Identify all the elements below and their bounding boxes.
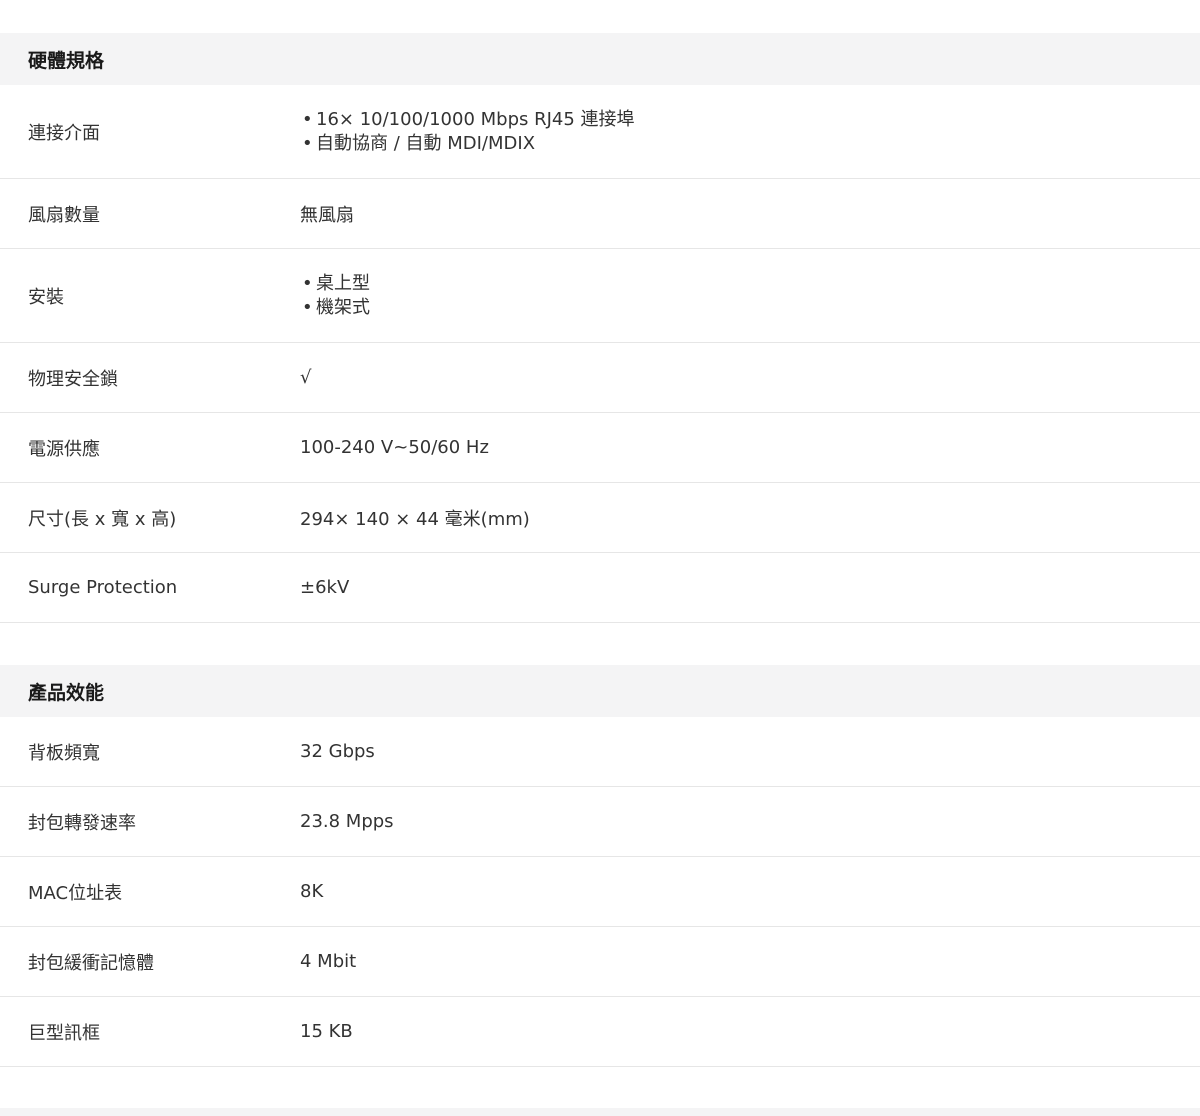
spec-label: 風扇數量	[28, 204, 100, 226]
spec-label: Surge Protection	[28, 577, 178, 598]
spec-value: 8K	[300, 881, 324, 902]
spec-row: 物理安全鎖 √	[0, 343, 1200, 413]
spec-list: 16× 10/100/1000 Mbps RJ45 連接埠 自動協商 / 自動 …	[300, 108, 1200, 156]
spec-row: 尺寸(長 x 寬 x 高) 294× 140 × 44 毫米(mm)	[0, 483, 1200, 553]
spec-value: 294× 140 × 44 毫米(mm)	[300, 508, 530, 530]
spec-page: 硬體規格 連接介面 16× 10/100/1000 Mbps RJ45 連接埠 …	[0, 0, 1200, 1116]
spec-label: 封包緩衝記憶體	[28, 952, 154, 974]
hardware-spec-section: 硬體規格 連接介面 16× 10/100/1000 Mbps RJ45 連接埠 …	[0, 33, 1200, 623]
spec-label: 安裝	[28, 286, 64, 308]
spec-label: 封包轉發速率	[28, 812, 136, 834]
spec-row: Surge Protection ±6kV	[0, 553, 1200, 623]
spec-value: √	[300, 367, 312, 388]
spec-row: 電源供應 100-240 V~50/60 Hz	[0, 413, 1200, 483]
spec-value: ±6kV	[300, 577, 350, 598]
next-section-band	[0, 1108, 1200, 1116]
spec-value: 無風扇	[300, 204, 354, 226]
spec-label: 連接介面	[28, 122, 100, 144]
spec-label: 巨型訊框	[28, 1022, 100, 1044]
spec-value: 16× 10/100/1000 Mbps RJ45 連接埠 自動協商 / 自動 …	[300, 108, 1200, 156]
spec-row: 風扇數量 無風扇	[0, 179, 1200, 249]
spec-list: 桌上型 機架式	[300, 272, 1200, 320]
section-title: 硬體規格	[28, 49, 105, 72]
spec-row: 封包緩衝記憶體 4 Mbit	[0, 927, 1200, 997]
spec-row: 背板頻寬 32 Gbps	[0, 717, 1200, 787]
spec-list-item: 16× 10/100/1000 Mbps RJ45 連接埠	[300, 108, 1200, 132]
spec-value: 15 KB	[300, 1021, 353, 1042]
performance-section: 產品效能 背板頻寬 32 Gbps 封包轉發速率 23.8 Mpps MAC位址…	[0, 665, 1200, 1067]
spec-list-item: 自動協商 / 自動 MDI/MDIX	[300, 132, 1200, 156]
section-header: 硬體規格	[0, 33, 1200, 85]
spec-label: 物理安全鎖	[28, 368, 118, 390]
spec-value: 32 Gbps	[300, 741, 375, 762]
spec-row: 巨型訊框 15 KB	[0, 997, 1200, 1067]
spec-label: 尺寸(長 x 寬 x 高)	[28, 508, 177, 530]
spec-row: 封包轉發速率 23.8 Mpps	[0, 787, 1200, 857]
spec-value: 桌上型 機架式	[300, 272, 1200, 320]
spec-row: 連接介面 16× 10/100/1000 Mbps RJ45 連接埠 自動協商 …	[0, 85, 1200, 179]
section-header: 產品效能	[0, 665, 1200, 717]
spec-list-item: 桌上型	[300, 272, 1200, 296]
spec-value: 100-240 V~50/60 Hz	[300, 437, 489, 458]
spec-value: 23.8 Mpps	[300, 811, 394, 832]
spec-value: 4 Mbit	[300, 951, 357, 972]
spec-label: 電源供應	[28, 438, 100, 460]
section-title: 產品效能	[28, 681, 105, 704]
spec-list-item: 機架式	[300, 296, 1200, 320]
spec-label: 背板頻寬	[28, 742, 100, 764]
spec-row: MAC位址表 8K	[0, 857, 1200, 927]
spec-row: 安裝 桌上型 機架式	[0, 249, 1200, 343]
spec-label: MAC位址表	[28, 882, 123, 904]
